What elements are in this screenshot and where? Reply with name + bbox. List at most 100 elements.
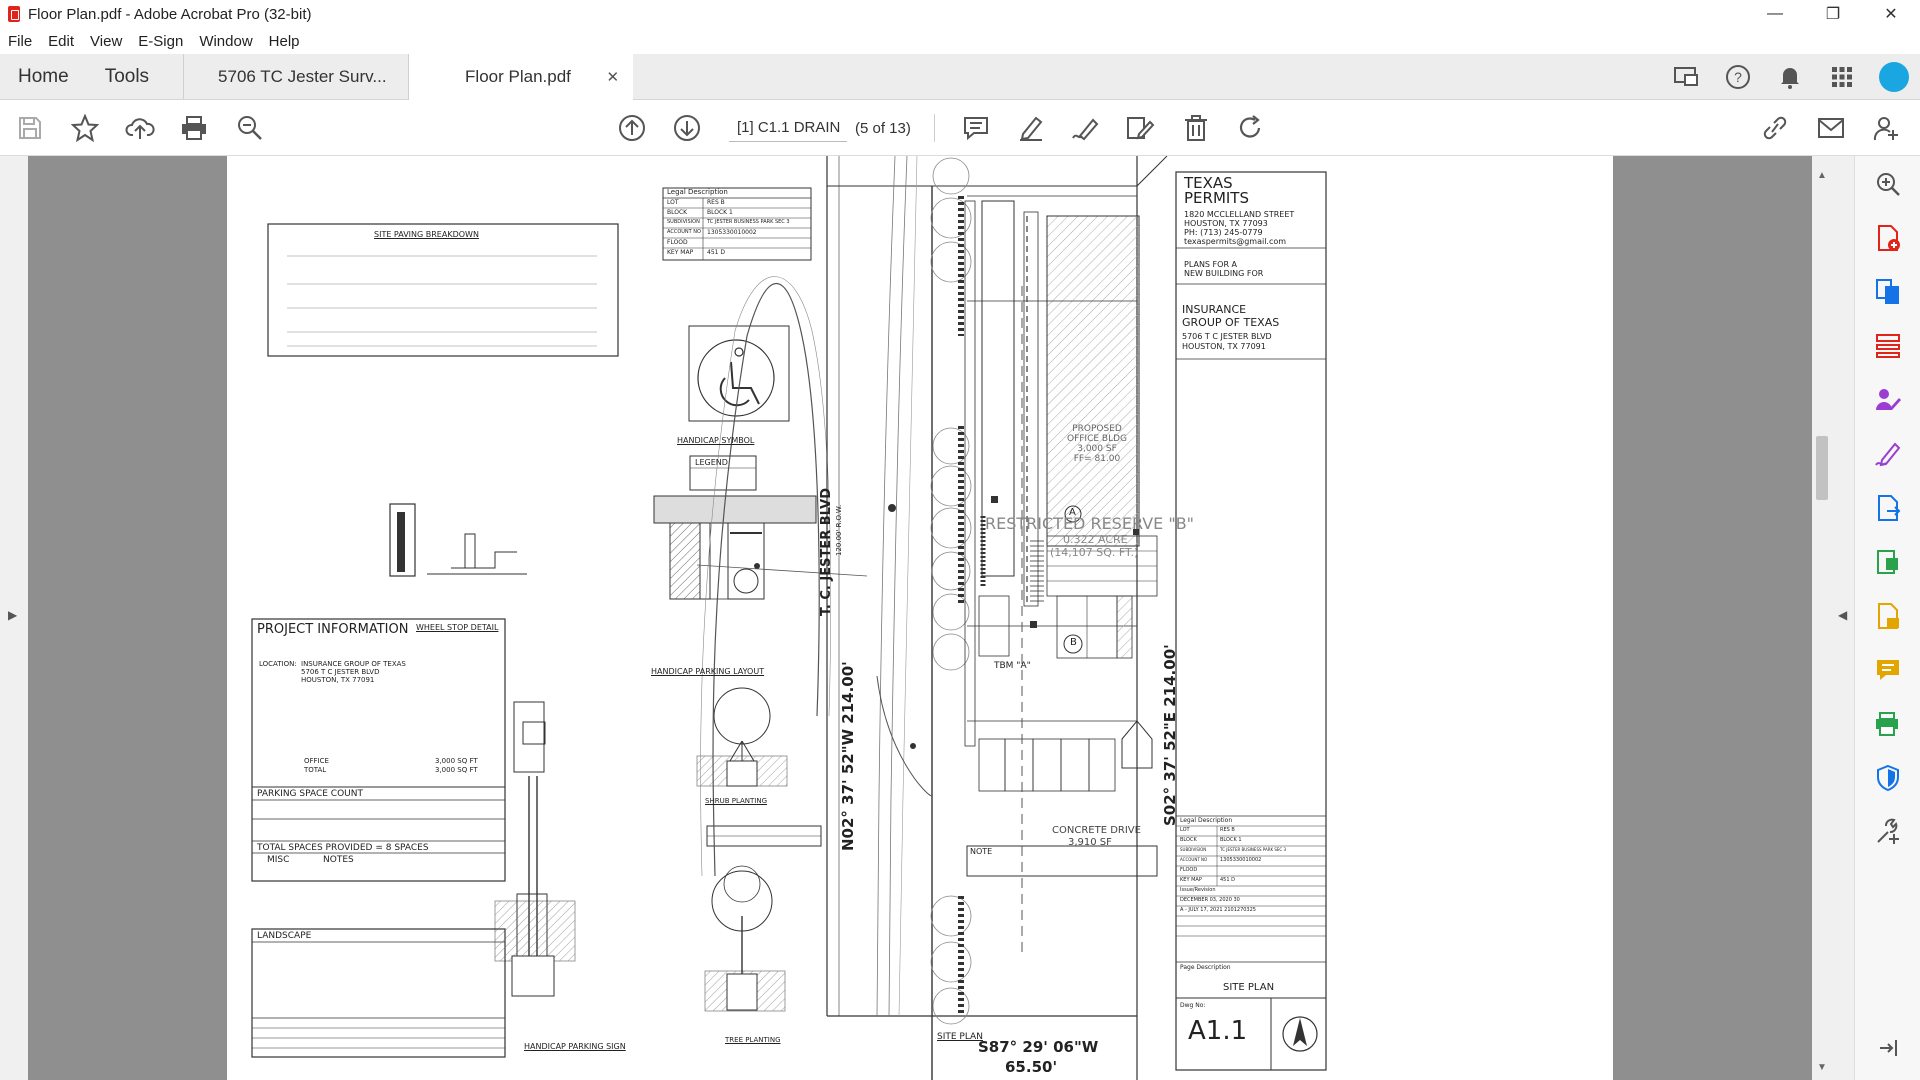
menu-esign[interactable]: E-Sign [138,33,183,50]
location-line: INSURANCE GROUP OF TEXAS [301,660,406,668]
tab-document-floor-plan[interactable]: Floor Plan.pdf ✕ [408,54,634,101]
collapse-right-panel-icon[interactable]: ◀ [1838,608,1847,622]
bearing-south: S87° 29' 06"W [978,1038,1099,1056]
add-user-share-icon[interactable] [1870,112,1902,144]
fill-and-sign-icon[interactable] [1872,438,1904,470]
create-pdf-icon[interactable] [1872,222,1904,254]
right-panel-rail: ◀ [1832,156,1854,1080]
dwg-number: A1.1 [1188,1016,1248,1046]
company-address: 1820 MCCLELLAND STREET [1184,210,1295,219]
more-tools-wrench-icon[interactable] [1872,816,1904,848]
project-info-title: PROJECT INFORMATION [257,622,409,637]
edit-pdf-tool-icon[interactable] [1872,546,1904,578]
scrollbar-thumb[interactable] [1816,436,1828,500]
email-envelope-icon[interactable] [1815,112,1847,144]
combine-files-icon[interactable] [1872,276,1904,308]
organize-pages-icon[interactable] [1872,330,1904,362]
menu-bar: File Edit View E-Sign Window Help [0,28,1920,54]
dwg-label: Dwg No: [1180,1002,1206,1009]
user-avatar[interactable] [1868,62,1920,92]
highlight-pen-icon[interactable] [1015,112,1047,144]
legal-value: BLOCK 1 [707,209,733,216]
bearing-east: S02° 37' 52"E 214.00' [1161,644,1179,826]
site-plan-label: SITE PLAN [937,1032,983,1042]
zoom-out-icon[interactable] [234,112,266,144]
menu-window[interactable]: Window [199,33,252,50]
restricted-reserve: RESTRICTED RESERVE "B" [985,514,1195,533]
print-icon[interactable] [178,112,210,144]
menu-help[interactable]: Help [269,33,300,50]
issue-row: DECEMBER 03, 2020 30 [1180,897,1240,903]
wheel-stop-label: WHEEL STOP DETAIL [416,623,499,632]
close-tab-icon[interactable]: ✕ [606,68,619,86]
concrete-drive: CONCRETE DRIVE [1052,825,1141,836]
comment-icon[interactable] [960,112,992,144]
company-email: texaspermits@gmail.com [1184,237,1287,246]
share-screen-icon[interactable] [1660,65,1712,89]
reserve-sqft: (14,107 SQ. FT.) [1050,546,1139,559]
apps-grid-icon[interactable] [1816,66,1868,88]
expand-left-panel-icon[interactable]: ▶ [8,608,17,622]
export-pdf-icon[interactable] [1872,492,1904,524]
request-signatures-icon[interactable] [1872,384,1904,416]
menu-file[interactable]: File [8,33,32,50]
notifications-bell-icon[interactable] [1764,65,1816,89]
company-address: HOUSTON, TX 77093 [1184,219,1268,228]
minimize-button[interactable]: — [1746,0,1804,28]
previous-page-icon[interactable] [616,112,648,144]
plans-for: PLANS FOR A [1184,260,1238,269]
office-value: 3,000 SQ FT [435,757,478,765]
page-count: (5 of 13) [855,120,911,137]
share-link-icon[interactable] [1759,112,1791,144]
legal-key: ACCOUNT NO [667,229,701,235]
menu-view[interactable]: View [90,33,122,50]
notes-label: NOTES [323,855,354,865]
save-icon[interactable] [14,112,46,144]
reserve-area: 0.322 ACRE [1063,533,1128,546]
edit-pdf-icon[interactable] [1124,112,1156,144]
tb-legal-value: RES B [1220,827,1235,833]
company-phone: PH: (713) 245-0779 [1184,228,1263,237]
bookmark-star-icon[interactable] [69,112,101,144]
tbm-label: TBM "A" [994,661,1031,671]
tb-legal-key: LOT [1180,827,1190,833]
scan-ocr-icon[interactable] [1872,600,1904,632]
page-description: SITE PLAN [1223,982,1275,993]
bearing-south-length: 65.50' [1005,1058,1058,1076]
tools-pane [1854,156,1920,1080]
svg-text:?: ? [1734,69,1742,85]
print-production-icon[interactable] [1872,708,1904,740]
tab-tools[interactable]: Tools [87,54,183,99]
upload-cloud-icon[interactable] [124,112,156,144]
tab-document-survey[interactable]: 5706 TC Jester Surv... [183,54,408,99]
close-button[interactable]: ✕ [1862,0,1920,28]
tab-home[interactable]: Home [0,54,87,99]
total-value: 3,000 SQ FT [435,766,478,774]
page-number-input[interactable]: [1] C1.1 DRAIN [729,114,847,142]
protect-shield-icon[interactable] [1872,762,1904,794]
help-icon[interactable]: ? [1712,64,1764,90]
restore-button[interactable]: ❐ [1804,0,1862,28]
company-name: PERMITS [1184,189,1249,207]
zoom-search-icon[interactable] [1872,168,1904,200]
legal-key: BLOCK [667,209,688,216]
proposed-office: FF= 81.00 [1073,454,1121,464]
draw-signature-icon[interactable] [1070,112,1102,144]
menu-edit[interactable]: Edit [48,33,74,50]
location-line: HOUSTON, TX 77091 [301,676,375,684]
client-address: HOUSTON, TX 77091 [1182,342,1266,351]
scroll-down-icon[interactable]: ▼ [1817,1062,1827,1073]
vertical-scrollbar[interactable]: ▲ ▼ [1812,156,1832,1080]
shrub-planting-label: SHRUB PLANTING [705,797,768,805]
delete-trash-icon[interactable] [1180,112,1212,144]
redo-rotate-icon[interactable] [1235,112,1267,144]
next-page-icon[interactable] [671,112,703,144]
collapse-tools-pane-icon[interactable] [1872,1032,1904,1064]
scroll-up-icon[interactable]: ▲ [1817,170,1827,181]
tree-planting-label: TREE PLANTING [725,1036,781,1044]
site-paving-title: SITE PAVING BREAKDOWN [374,230,479,239]
document-canvas[interactable]: SITE PAVING BREAKDOWN Legal Description … [28,156,1812,1080]
total-label: TOTAL [304,766,327,774]
concrete-drive-area: 3,910 SF [1068,837,1112,848]
comment-tool-icon[interactable] [1872,654,1904,686]
